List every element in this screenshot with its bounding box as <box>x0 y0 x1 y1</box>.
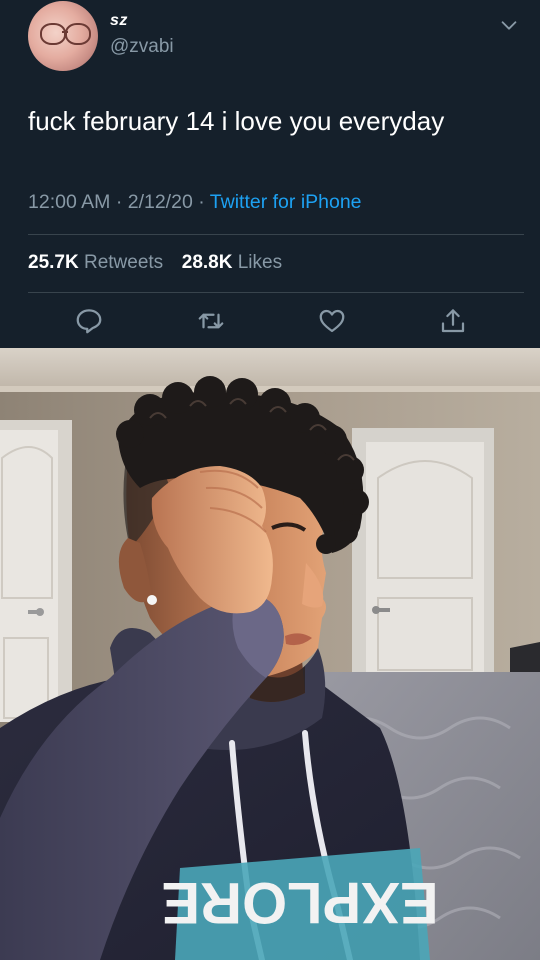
divider <box>28 234 524 235</box>
shirt-print-text: EXPLORE <box>161 870 438 935</box>
tweet-card: sz @zvabi fuck february 14 i love you ev… <box>0 0 540 348</box>
display-name[interactable]: sz <box>110 12 128 30</box>
reply-icon[interactable] <box>74 306 104 336</box>
share-icon[interactable] <box>438 306 468 336</box>
tweet-meta: 12:00 AM · 2/12/20 · Twitter for iPhone <box>28 191 362 213</box>
tweet-stats: 25.7K Retweets 28.8K Likes <box>28 252 282 274</box>
attached-photo[interactable]: EXPLORE <box>0 348 540 960</box>
tweet-source-link[interactable]: Twitter for iPhone <box>210 191 362 213</box>
photo-illustration: EXPLORE <box>0 348 540 960</box>
user-handle[interactable]: @zvabi <box>110 36 174 58</box>
avatar[interactable] <box>28 1 98 71</box>
tweet-date: 2/12/20 <box>127 191 193 213</box>
glasses-right <box>65 23 91 45</box>
retweet-icon[interactable] <box>196 306 226 336</box>
glasses-left <box>40 23 66 45</box>
chevron-down-icon[interactable] <box>498 14 520 36</box>
tweet-time: 12:00 AM <box>28 191 111 213</box>
heart-icon[interactable] <box>317 306 347 336</box>
likes-stat[interactable]: 28.8K Likes <box>182 252 282 273</box>
divider <box>28 292 524 293</box>
tweet-text: fuck february 14 i love you everyday <box>28 106 445 136</box>
retweets-stat[interactable]: 25.7K Retweets <box>28 252 163 273</box>
